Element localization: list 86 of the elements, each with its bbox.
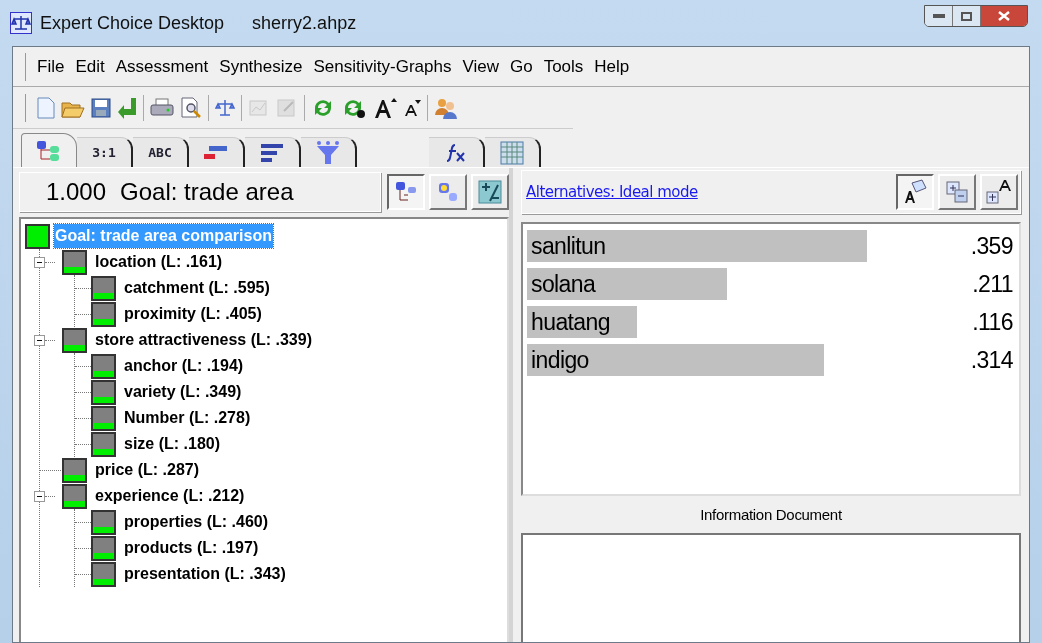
node-icon [62,483,87,509]
font-smaller-icon[interactable] [403,97,421,118]
node-icon [91,561,116,587]
information-document-label: Information Document [699,505,843,525]
view-button[interactable] [896,174,934,210]
alternative-priority-bar: solana [527,268,727,300]
tab[interactable] [429,137,485,167]
minimize-button[interactable] [925,6,953,26]
print-preview-icon[interactable] [180,96,202,119]
grid-icon [500,140,524,165]
alternative-priority: .211 [972,270,1013,298]
save-icon[interactable] [91,97,111,118]
alternative-priority-bar: indigo [527,344,825,376]
nodes-icon [437,181,459,203]
tree-node-label[interactable]: Number (L: .278) [124,406,251,430]
alternative-priority-bar: sanlitun [527,230,867,262]
document-name: sherry2.ahpz [252,11,357,35]
node-icon [91,301,116,327]
node-icon [25,223,50,249]
close-button[interactable] [981,6,1027,26]
menu-item[interactable]: Sensitivity-Graphs [313,53,452,80]
font-tag-icon [902,179,928,205]
alternative-priority: .116 [972,308,1013,336]
node-icon [91,379,116,405]
menu-item[interactable]: View [462,53,499,80]
users-icon[interactable] [434,96,458,119]
tree-node-label[interactable]: proximity (L: .405) [124,302,262,326]
tab[interactable] [301,137,357,167]
close-icon [998,11,1010,21]
tree-node-label[interactable]: location (L: .161) [95,250,223,274]
bar-chart-icon [203,143,229,162]
node-icon [91,353,116,379]
funnel-icon [315,140,341,165]
tree-node-label[interactable]: variety (L: .349) [124,380,242,404]
collapse-toggle[interactable] [34,256,45,268]
return-arrow-icon[interactable] [117,96,137,119]
menu-item[interactable]: Assessment [115,53,209,80]
hierarchy-icon [395,181,417,203]
tree-node-label[interactable]: anchor (L: .194) [124,354,244,378]
tab[interactable] [189,137,245,167]
print-icon[interactable] [150,97,174,118]
goal-title: Goal: trade area [120,177,294,207]
alternative-priority: .359 [970,232,1013,260]
tab[interactable]: 3:1 [77,137,133,167]
information-document-field[interactable] [521,532,1021,642]
plus-minus-icon [478,180,502,204]
menu-item[interactable]: Edit [75,53,105,80]
window-title: Expert Choice Desktop [40,11,225,35]
alternative-priority-bar: huatang [527,306,637,338]
tab[interactable] [485,137,541,167]
menu-item[interactable]: Tools [543,53,584,80]
goal-priority: 1.000 [46,177,107,207]
expand-collapse-icon [946,181,968,203]
node-icon [91,405,116,431]
node-icon [62,327,87,353]
maximize-button[interactable] [953,6,981,26]
add-font-icon [986,179,1012,205]
collapse-toggle[interactable] [34,490,45,502]
node-icon [91,275,116,301]
alternative-priority: .314 [970,346,1013,374]
menu-item[interactable]: Synthesize [219,53,303,80]
tree-node-label[interactable]: presentation (L: .343) [124,562,286,586]
tree-node-label[interactable]: price (L: .287) [95,458,200,482]
menu-item[interactable]: Help [594,53,630,80]
alternatives-mode-link[interactable]: Alternatives: Ideal mode [526,180,698,204]
scales-icon [10,12,32,34]
node-icon [62,457,87,483]
menu-item[interactable]: Go [509,53,533,80]
collapse-toggle[interactable] [34,334,45,346]
formula-icon [445,142,467,163]
tree-node-label[interactable]: size (L: .180) [124,432,221,456]
tree-node-label[interactable]: catchment (L: .595) [124,276,270,300]
tree-node-label[interactable]: store attractiveness (L: .339) [95,328,312,352]
node-icon [91,509,116,535]
scales-icon[interactable] [215,97,235,118]
bar-chart-icon [260,142,284,163]
tree-node-label[interactable]: properties (L: .460) [124,510,269,534]
node-icon [62,249,87,275]
menu-item[interactable]: File [37,53,65,80]
tab[interactable]: ABC [133,137,189,167]
tab[interactable] [245,137,301,167]
node-icon [91,535,116,561]
tree-node-label[interactable]: products (L: .197) [124,536,259,560]
hierarchy-icon [36,139,62,162]
tree-node-label[interactable]: experience (L: .212) [95,484,245,508]
node-icon [91,431,116,457]
